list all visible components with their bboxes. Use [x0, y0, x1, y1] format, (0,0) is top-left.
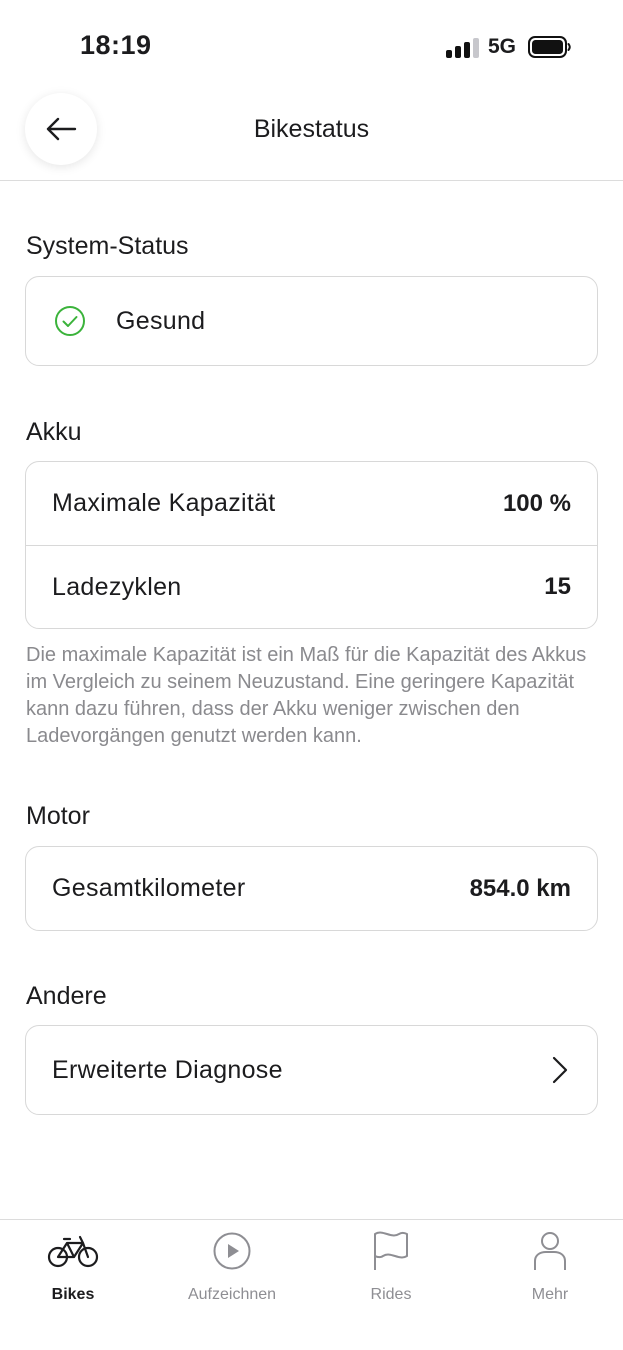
- akku-row-charge-cycles: Ladezyklen 15: [26, 545, 597, 628]
- row-value: 854.0 km: [469, 874, 571, 902]
- status-bar: 18:19 5G: [0, 0, 623, 90]
- tab-mehr[interactable]: Mehr: [480, 1230, 620, 1304]
- row-label: Gesamtkilometer: [52, 874, 246, 902]
- bike-icon: [47, 1235, 99, 1268]
- tab-bikes[interactable]: Bikes: [3, 1230, 143, 1304]
- chevron-right-icon: [552, 1056, 568, 1084]
- akku-card: Maximale Kapazität 100 % Ladezyklen 15: [25, 461, 598, 629]
- system-status-card: Gesund: [25, 276, 598, 366]
- andere-card: Erweiterte Diagnose: [25, 1025, 598, 1115]
- tab-rides[interactable]: Rides: [321, 1230, 461, 1304]
- system-status-text: Gesund: [116, 306, 206, 335]
- section-title-system-status: System-Status: [26, 232, 189, 260]
- akku-row-max-capacity: Maximale Kapazität 100 %: [26, 462, 597, 545]
- network-label: 5G: [488, 35, 517, 58]
- system-status-row: Gesund: [26, 277, 597, 365]
- row-value: 15: [544, 573, 571, 600]
- section-title-andere: Andere: [26, 982, 107, 1010]
- row-label: Maximale Kapazität: [52, 489, 276, 517]
- page-title: Bikestatus: [253, 115, 370, 143]
- signal-icon: [446, 38, 480, 58]
- tab-label: Rides: [370, 1286, 412, 1303]
- header: Bikestatus: [0, 90, 623, 181]
- akku-note: Die maximale Kapazität ist ein Maß für d…: [26, 644, 587, 747]
- tab-label: Bikes: [51, 1286, 95, 1303]
- tab-bar: Bikes Aufzeichnen Rides Mehr: [0, 1219, 623, 1350]
- status-time: 18:19: [80, 30, 152, 60]
- row-label: Erweiterte Diagnose: [52, 1055, 283, 1084]
- tab-label: Mehr: [531, 1286, 569, 1303]
- section-title-motor: Motor: [26, 802, 90, 830]
- check-circle-icon: [55, 306, 85, 336]
- section-title-akku: Akku: [26, 418, 82, 446]
- person-icon: [534, 1232, 566, 1270]
- tab-label: Aufzeichnen: [187, 1286, 277, 1303]
- tab-aufzeichnen[interactable]: Aufzeichnen: [162, 1230, 302, 1304]
- flag-icon: [374, 1231, 408, 1270]
- play-circle-icon: [213, 1232, 251, 1270]
- motor-card: Gesamtkilometer 854.0 km: [25, 846, 598, 931]
- row-value: 100 %: [502, 489, 571, 517]
- advanced-diagnosis-item[interactable]: Erweiterte Diagnose: [26, 1026, 597, 1114]
- row-label: Ladezyklen: [52, 572, 182, 601]
- motor-row-total-km: Gesamtkilometer 854.0 km: [26, 847, 597, 930]
- battery-icon: [528, 36, 571, 58]
